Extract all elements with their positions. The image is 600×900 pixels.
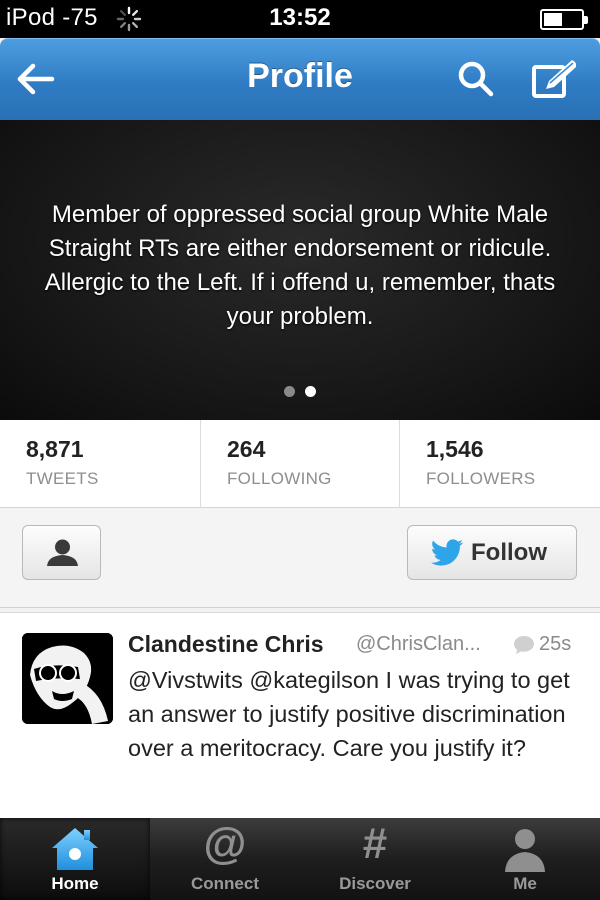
tweet-text: @Vivstwits @kategilson I was trying to g… [128, 667, 570, 761]
tab-connect[interactable]: @ Connect [150, 818, 300, 900]
user-options-button[interactable] [22, 525, 101, 580]
profile-actions: Follow [0, 508, 600, 608]
follow-button[interactable]: Follow [407, 525, 577, 580]
tab-discover[interactable]: # Discover [300, 818, 450, 900]
tab-discover-label: Discover [339, 874, 411, 893]
tweets-stat[interactable]: 8,871 TWEETS [0, 420, 201, 508]
at-sign-icon: @ [203, 819, 247, 868]
search-button[interactable] [454, 57, 498, 101]
tweets-count: 8,871 [26, 436, 84, 462]
hashtag-icon: # [362, 819, 388, 868]
tab-home[interactable]: Home [0, 818, 150, 900]
profile-stats: 8,871 TWEETS 264 FOLLOWING 1,546 FOLLOWE… [0, 420, 600, 508]
status-bar: iPod -75 13:52 [0, 0, 600, 38]
twitter-bird-icon [430, 539, 464, 566]
profile-bio-panel[interactable]: Member of oppressed social group White M… [0, 120, 600, 420]
followers-stat[interactable]: 1,546 FOLLOWERS [400, 420, 600, 508]
tweet-timestamp: 25s [539, 633, 572, 655]
tweet-author-handle: @ChrisClan... [356, 633, 481, 655]
page-dot-1[interactable] [284, 386, 295, 397]
follow-label: Follow [471, 539, 547, 566]
compose-icon [532, 60, 577, 98]
house-icon [52, 828, 98, 870]
tab-me[interactable]: Me [450, 818, 600, 900]
person-icon [47, 539, 78, 566]
followers-label: FOLLOWERS [426, 469, 536, 488]
tab-connect-label: Connect [191, 874, 259, 893]
navigation-bar: Profile [0, 38, 600, 120]
tweet-author-name[interactable]: Clandestine Chris [128, 631, 324, 658]
page-indicator[interactable] [0, 386, 600, 397]
tab-home-label: Home [51, 874, 99, 893]
profile-bio: Member of oppressed social group White M… [44, 201, 556, 330]
tweet-item[interactable]: Clandestine Chris @ChrisClan... 25s @Viv… [0, 612, 600, 820]
compose-button[interactable] [530, 57, 577, 101]
person-icon [505, 829, 545, 872]
following-count: 264 [227, 436, 266, 462]
tab-me-label: Me [513, 874, 537, 893]
conversation-icon [514, 636, 534, 654]
battery-icon [540, 9, 588, 30]
page-dot-2[interactable] [305, 386, 316, 397]
clock: 13:52 [269, 4, 331, 31]
search-icon [458, 61, 494, 97]
avatar-image [22, 633, 113, 724]
page-title: Profile [247, 57, 353, 95]
avatar[interactable] [22, 633, 113, 724]
following-stat[interactable]: 264 FOLLOWING [201, 420, 400, 508]
tweets-label: TWEETS [26, 469, 99, 488]
tab-bar: Home @ Connect # Discover Me [0, 818, 600, 900]
followers-count: 1,546 [426, 436, 484, 462]
following-label: FOLLOWING [227, 469, 332, 488]
